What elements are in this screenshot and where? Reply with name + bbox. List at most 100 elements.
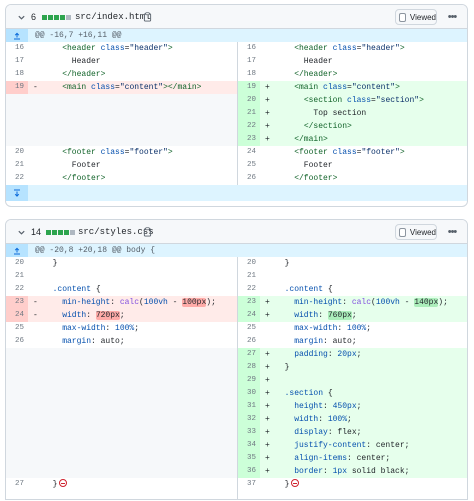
line-number[interactable]: 16 [238,42,260,55]
code-token: align-items [294,454,348,463]
copy-icon[interactable] [142,5,152,29]
line-number[interactable]: 26 [238,335,260,348]
line-number[interactable]: 36 [238,465,260,478]
code-token: "footer" [361,148,400,157]
line-number[interactable]: 22 [238,120,260,133]
line-number[interactable]: 27 [6,478,28,491]
line-number[interactable]: 20 [238,94,260,107]
line-number[interactable]: 37 [238,478,260,491]
line-number[interactable]: 28 [238,361,260,374]
code-token: > [399,44,405,53]
diff-context-line: 26 margin: auto; [238,335,467,348]
line-number[interactable]: 20 [6,257,28,270]
line-number[interactable]: 31 [238,400,260,413]
line-number[interactable]: 22 [6,172,28,185]
diffstat-block-neutral [70,229,75,235]
line-number[interactable]: 18 [238,68,260,81]
line-number[interactable]: 20 [238,257,260,270]
code-token: : [318,311,328,320]
diff-sign: + [265,311,270,320]
line-number[interactable]: 21 [238,270,260,283]
code-text: </header> [275,68,337,81]
code-token: max-width [62,324,106,333]
line-number[interactable]: 22 [6,283,28,296]
line-number[interactable]: 30 [238,387,260,400]
diff-context-line: 24 <footer class="footer"> [238,146,467,159]
code-token: solid black; [347,467,410,476]
line-number[interactable]: 17 [238,55,260,68]
line-number[interactable]: 24 [238,146,260,159]
line-number[interactable]: 25 [238,159,260,172]
no-newline-icon [291,479,300,487]
line-number[interactable]: 27 [238,348,260,361]
code-token: } [43,259,58,268]
line-number [6,452,28,465]
kebab-horizontal-icon[interactable]: ••• [445,5,459,29]
code-token: { [323,285,333,294]
line-number[interactable]: 25 [6,322,28,335]
code-token: min-height [62,298,111,307]
diff-context-line: 27 } [6,478,237,491]
diff-context-line: 22 .content { [6,283,237,296]
line-number[interactable]: 21 [238,107,260,120]
checkbox-box[interactable] [399,227,406,237]
line-number[interactable]: 17 [6,55,28,68]
line-number[interactable]: 21 [6,270,28,283]
diffstat-block-neutral [66,14,71,20]
expand-up-icon[interactable] [6,244,28,257]
line-number[interactable]: 25 [238,322,260,335]
checkbox-box[interactable] [399,12,406,22]
chevron-down-icon[interactable] [15,5,27,29]
line-number[interactable]: 19 [238,81,260,94]
line-number[interactable]: 16 [6,42,28,55]
line-number[interactable]: 18 [6,68,28,81]
code-token: } [275,259,290,268]
line-number[interactable]: 34 [238,439,260,452]
line-number[interactable]: 20 [6,146,28,159]
line-number[interactable]: 33 [238,426,260,439]
diff-context-line: 21 [6,270,237,283]
code-token: Top section [275,109,367,118]
line-number[interactable]: 21 [6,159,28,172]
diff-context-line: 17 Header [6,55,237,68]
code-token: </header> [294,70,338,79]
line-number[interactable]: 23 [238,133,260,146]
line-number[interactable]: 26 [6,335,28,348]
line-number[interactable]: 29 [238,374,260,387]
line-number[interactable]: 35 [238,452,260,465]
viewed-checkbox[interactable]: Viewed [395,224,437,240]
code-text: <footer class="footer"> [43,146,172,159]
expand-down-icon[interactable] [6,185,28,201]
viewed-checkbox[interactable]: Viewed [395,9,437,25]
line-number[interactable]: 19 [6,81,28,94]
file-name-link[interactable]: src/index.html [75,5,151,29]
line-number[interactable]: 24 [6,309,28,322]
diff-empty-row [6,452,237,465]
line-number[interactable]: 22 [238,283,260,296]
code-token: > [399,148,405,157]
diff-empty-row [6,348,237,361]
code-text: </section> [275,120,352,133]
expand-up-icon[interactable] [6,29,28,42]
code-token: } [275,480,290,489]
code-token: "footer" [129,148,168,157]
code-token: : [110,298,120,307]
chevron-down-icon[interactable] [15,220,27,244]
diff-sign: + [265,428,270,437]
line-number[interactable]: 24 [238,309,260,322]
line-number[interactable]: 23 [238,296,260,309]
kebab-horizontal-icon[interactable]: ••• [445,220,459,244]
line-number[interactable]: 23 [6,296,28,309]
code-token: <header [294,44,328,53]
code-token: class [100,148,125,157]
code-token: calc [351,298,372,307]
line-number[interactable]: 26 [238,172,260,185]
line-number[interactable]: 32 [238,413,260,426]
code-token: : [337,324,348,333]
code-token: { [323,389,333,398]
copy-icon[interactable] [142,220,152,244]
diff-empty-row [6,120,237,133]
